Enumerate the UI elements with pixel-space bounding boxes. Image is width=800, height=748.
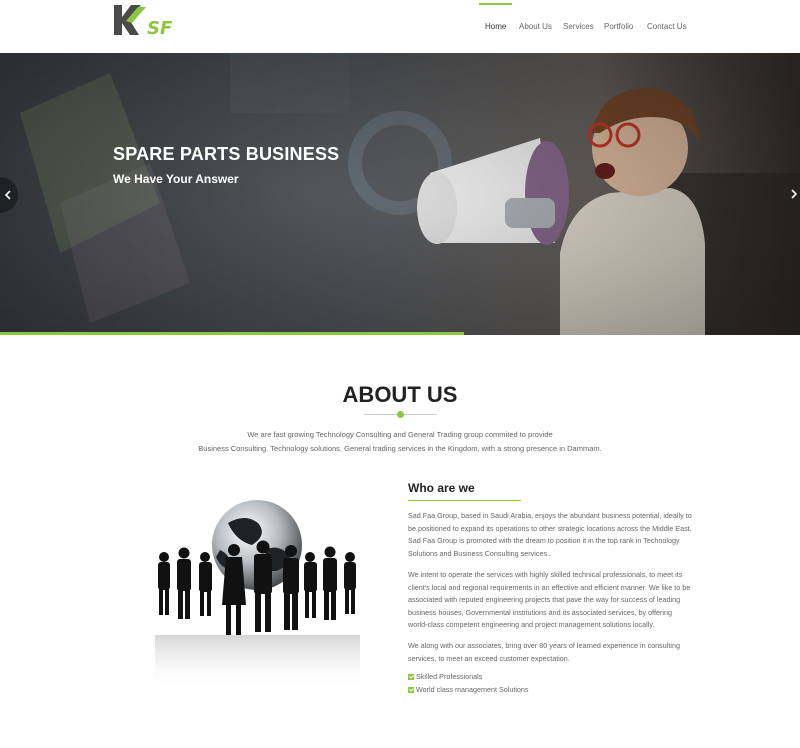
checkbox-icon — [408, 673, 414, 680]
intro-business-consulting: Business Consulting — [198, 444, 267, 453]
title-divider-dot — [397, 411, 404, 418]
main-nav: Home About Us Services Portfolio Contact… — [0, 0, 800, 53]
hero-title: SPARE PARTS BUSINESS — [113, 144, 340, 164]
site-header: SF Home About Us Services Portfolio Cont… — [0, 0, 800, 53]
nav-home[interactable]: Home — [485, 22, 506, 31]
hero-slider: SPARE PARTS BUSINESS We Have Your Answer — [0, 53, 800, 335]
nav-services[interactable]: Services — [563, 22, 594, 31]
chevron-right-icon — [791, 189, 798, 199]
hero-background-image — [0, 53, 800, 335]
about-paragraph-3: We along with our associates, bring over… — [408, 641, 680, 663]
checklist-item: World class management Solutions — [408, 685, 529, 694]
chevron-left-icon — [4, 190, 11, 200]
about-paragraph-1: Sad Faa Group, based in Saudi Arabia, en… — [408, 511, 692, 558]
nav-portfolio[interactable]: Portfolio — [604, 22, 633, 31]
who-are-we-heading: Who are we — [408, 481, 475, 495]
nav-about-us[interactable]: About Us — [519, 22, 552, 31]
checklist-item-label: World class management Solutions — [416, 685, 529, 694]
hero-subtitle: We Have Your Answer — [113, 172, 239, 186]
intro-line-1: We are fast growing Technology Consultin… — [247, 430, 553, 439]
about-intro: We are fast growing Technology Consultin… — [0, 428, 800, 456]
about-section-title: ABOUT US — [342, 382, 458, 407]
checklist-item: Skilled Professionals — [408, 672, 482, 681]
business-team-globe-image — [155, 500, 360, 690]
nav-active-indicator — [479, 3, 512, 5]
who-are-we-underline — [408, 500, 521, 501]
slider-prev-button[interactable] — [0, 177, 18, 213]
slider-next-button[interactable] — [787, 185, 800, 203]
nav-contact-us[interactable]: Contact Us — [647, 22, 687, 31]
about-paragraph-2: We intent to operate the services with h… — [408, 570, 691, 629]
slide-progress-bar — [0, 332, 464, 335]
checkbox-icon — [408, 686, 414, 693]
intro-general-trading: General trading services in the Kingdom,… — [344, 444, 602, 453]
intro-technology-solutions: Technology solutions — [270, 444, 340, 453]
checklist-item-label: Skilled Professionals — [416, 672, 483, 681]
intro-line-2: Business Consulting, Technology solution… — [198, 444, 602, 453]
